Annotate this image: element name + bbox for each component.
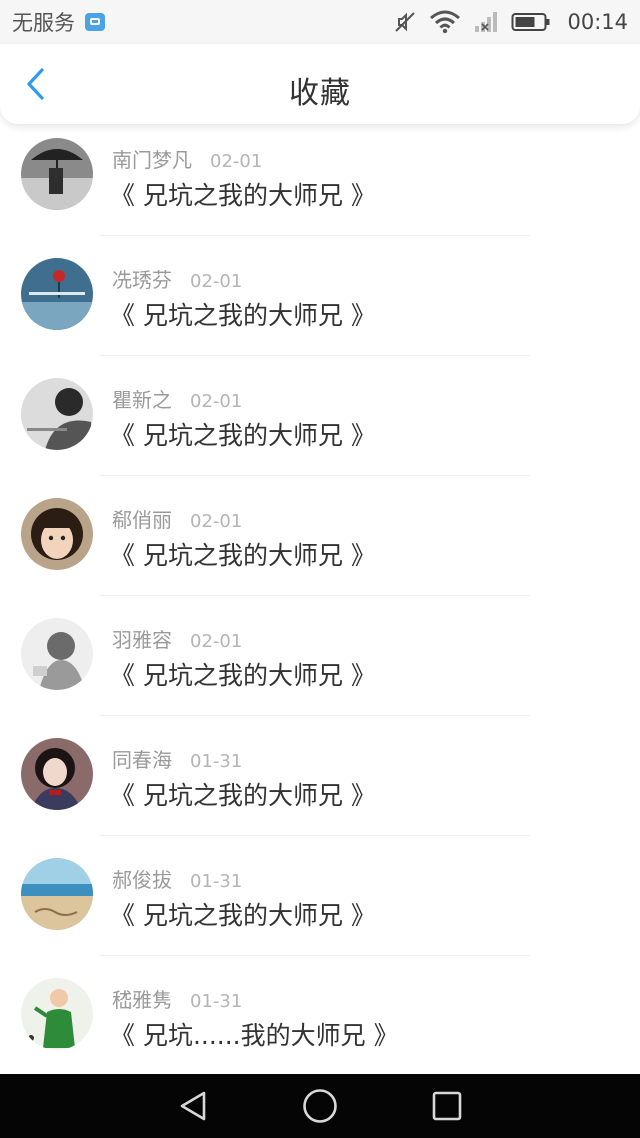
item-meta: 瞿新之 02-01	[112, 384, 242, 413]
item-meta: 南门梦凡 02-01	[112, 144, 262, 173]
avatar[interactable]	[21, 738, 93, 810]
carrier-label: 无服务	[12, 11, 75, 35]
item-meta: 郗俏丽 02-01	[112, 504, 242, 533]
battery-icon	[511, 13, 550, 31]
divider	[100, 715, 530, 716]
item-date: 01-31	[190, 871, 243, 892]
item-date: 01-31	[190, 751, 243, 772]
author-name[interactable]: 南门梦凡	[112, 144, 192, 173]
circle-home-icon	[303, 1089, 337, 1123]
item-meta: 羽雅容 02-01	[112, 624, 242, 653]
item-date: 02-01	[190, 271, 243, 292]
book-title[interactable]: 《 兄坑之我的大师兄 》	[110, 536, 376, 572]
author-name[interactable]: 郝俊拔	[112, 864, 172, 893]
item-meta: 冼琇芬 02-01	[112, 264, 242, 293]
author-name[interactable]: 瞿新之	[112, 384, 172, 413]
book-title[interactable]: 《 兄坑之我的大师兄 》	[110, 896, 376, 932]
avatar[interactable]	[21, 138, 93, 210]
nav-home-button[interactable]	[298, 1084, 342, 1128]
divider	[100, 355, 530, 356]
list-item[interactable]: 南门梦凡 02-01 《 兄坑之我的大师兄 》	[0, 124, 640, 244]
divider	[100, 475, 530, 476]
status-icons: 00:14	[393, 10, 628, 34]
divider	[100, 235, 530, 236]
book-title[interactable]: 《 兄坑之我的大师兄 》	[110, 656, 376, 692]
avatar[interactable]	[21, 498, 93, 570]
status-bar: 无服务 00:14	[0, 0, 640, 44]
header: 收藏	[0, 44, 640, 124]
author-name[interactable]: 郗俏丽	[112, 504, 172, 533]
item-meta: 郝俊拔 01-31	[112, 864, 242, 893]
author-name[interactable]: 嵇雅隽	[112, 984, 172, 1013]
list-item[interactable]: 嵇雅隽 01-31 《 兄坑......我的大师兄 》	[0, 964, 640, 1074]
item-date: 02-01	[190, 631, 243, 652]
author-name[interactable]: 冼琇芬	[112, 264, 172, 293]
list-item[interactable]: 郝俊拔 01-31 《 兄坑之我的大师兄 》	[0, 844, 640, 964]
square-recents-icon	[432, 1091, 461, 1121]
item-date: 02-01	[190, 391, 243, 412]
status-time: 00:14	[567, 10, 628, 34]
book-title[interactable]: 《 兄坑之我的大师兄 》	[110, 416, 376, 452]
book-title[interactable]: 《 兄坑......我的大师兄 》	[110, 1016, 399, 1052]
triangle-back-icon	[181, 1091, 206, 1121]
item-meta: 嵇雅隽 01-31	[112, 984, 242, 1013]
item-date: 02-01	[210, 151, 263, 172]
divider	[100, 595, 530, 596]
favorites-list: 南门梦凡 02-01 《 兄坑之我的大师兄 》 冼琇芬 02-01 《 兄坑之我…	[0, 124, 640, 1074]
wifi-icon	[430, 10, 461, 34]
book-title[interactable]: 《 兄坑之我的大师兄 》	[110, 176, 376, 212]
list-item[interactable]: 冼琇芬 02-01 《 兄坑之我的大师兄 》	[0, 244, 640, 364]
book-title[interactable]: 《 兄坑之我的大师兄 》	[110, 776, 376, 812]
divider	[100, 955, 530, 956]
navigation-bar	[0, 1074, 640, 1138]
item-date: 01-31	[190, 991, 243, 1012]
author-name[interactable]: 羽雅容	[112, 624, 172, 653]
list-item[interactable]: 瞿新之 02-01 《 兄坑之我的大师兄 》	[0, 364, 640, 484]
list-item[interactable]: 同春海 01-31 《 兄坑之我的大师兄 》	[0, 724, 640, 844]
item-meta: 同春海 01-31	[112, 744, 242, 773]
avatar[interactable]	[21, 618, 93, 690]
signal-icon	[475, 12, 498, 32]
list-item[interactable]: 郗俏丽 02-01 《 兄坑之我的大师兄 》	[0, 484, 640, 604]
mute-icon	[395, 12, 416, 32]
list-item[interactable]: 羽雅容 02-01 《 兄坑之我的大师兄 》	[0, 604, 640, 724]
nav-back-button[interactable]	[171, 1084, 215, 1128]
nav-recents-button[interactable]	[425, 1084, 469, 1128]
book-title[interactable]: 《 兄坑之我的大师兄 》	[110, 296, 376, 332]
author-name[interactable]: 同春海	[112, 744, 172, 773]
avatar[interactable]	[21, 978, 93, 1050]
page-title: 收藏	[289, 76, 351, 111]
app-notification-icon	[85, 13, 105, 31]
avatar[interactable]	[21, 378, 93, 450]
item-date: 02-01	[190, 511, 243, 532]
divider	[100, 835, 530, 836]
avatar[interactable]	[21, 258, 93, 330]
avatar[interactable]	[21, 858, 93, 930]
